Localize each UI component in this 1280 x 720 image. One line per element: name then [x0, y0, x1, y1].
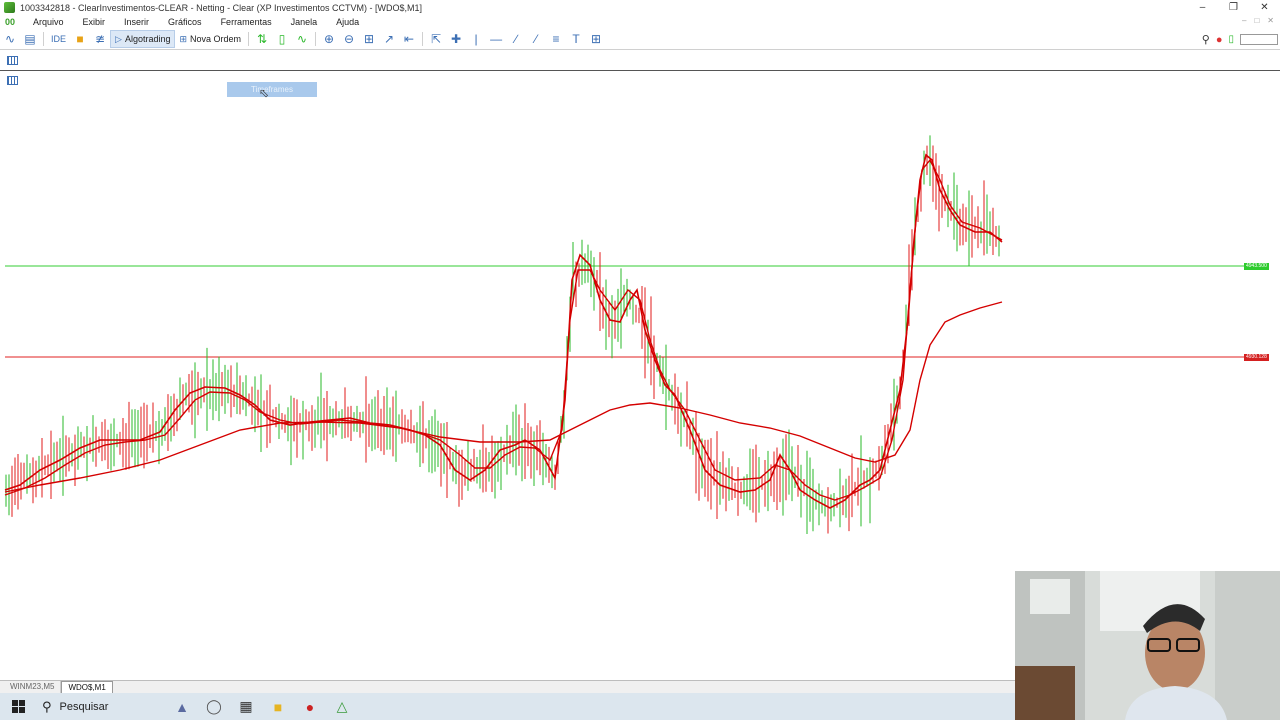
menu-item-arquivo[interactable]: Arquivo — [28, 17, 69, 27]
window-titlebar: 1003342818 - ClearInvestimentos-CLEAR - … — [0, 0, 1280, 15]
menu-item-janela[interactable]: Janela — [286, 17, 323, 27]
search-icon: ⚲ — [42, 698, 52, 714]
mdi-minimize-icon[interactable]: – — [1242, 16, 1246, 25]
text-tool-icon[interactable]: T — [566, 30, 586, 48]
menu-bar: 00 Arquivo Exibir Inserir Gráficos Ferra… — [0, 15, 1280, 29]
indicators-icon[interactable]: ∿ — [0, 30, 20, 48]
toolbar-right: ⚲ ● ▯ — [1202, 29, 1280, 50]
lock-icon[interactable]: ■ — [70, 30, 90, 48]
crosshair-icon[interactable]: ✚ — [446, 30, 466, 48]
grid-icon[interactable]: ⊞ — [359, 30, 379, 48]
algotrading-label: Algotrading — [124, 34, 171, 44]
mdi-close-icon[interactable]: ✕ — [1267, 16, 1274, 25]
task-view-icon[interactable]: ▦ — [230, 693, 262, 720]
app-icon — [4, 2, 15, 13]
mdi-controls: – □ ✕ — [1242, 16, 1274, 25]
notifications-icon[interactable]: ● — [1216, 34, 1223, 46]
taskbar-search-label: Pesquisar — [59, 700, 109, 713]
windows-start-button[interactable] — [0, 693, 36, 720]
tab-wdo-m1[interactable]: WDO$,M1 — [61, 681, 113, 693]
trendline-icon[interactable]: ∕ — [506, 30, 526, 48]
menu-item-inserir[interactable]: Inserir — [119, 17, 154, 27]
zoom-in-icon[interactable]: ⊕ — [319, 30, 339, 48]
menu-logo-icon[interactable]: 00 — [5, 17, 19, 27]
window-controls: – ❐ ✕ — [1187, 0, 1280, 15]
candlestick-icon[interactable]: ▯ — [272, 30, 292, 48]
play-icon: ▷ — [115, 33, 122, 44]
mdi-restore-icon[interactable]: □ — [1254, 16, 1259, 25]
channel-icon[interactable]: ⁄ — [526, 30, 546, 48]
signal-icon[interactable]: ≇ — [90, 30, 110, 48]
new-order-icon: ⊞ — [179, 33, 188, 44]
main-toolbar: ∿ ▤ IDE ■ ≇ ▷ Algotrading ⊞ Nova Ordem ⇅… — [0, 29, 1280, 50]
minimize-button[interactable]: – — [1187, 0, 1218, 15]
zoom-out-icon[interactable]: ⊖ — [339, 30, 359, 48]
file-explorer-icon[interactable]: ■ — [262, 693, 294, 720]
signal-strength-icon: ▯ — [1228, 34, 1234, 45]
nova-ordem-label: Nova Ordem — [190, 34, 242, 44]
stopwatch-icon[interactable]: ◯ — [198, 693, 230, 720]
fibonacci-icon[interactable]: ≡ — [546, 30, 566, 48]
toolbar-separator — [43, 32, 44, 46]
line-chart-icon[interactable]: ∿ — [292, 30, 312, 48]
webcam-overlay — [1015, 571, 1280, 720]
nova-ordem-button[interactable]: ⊞ Nova Ordem — [175, 30, 245, 48]
record-icon[interactable]: ● — [294, 693, 326, 720]
chart-template-icon[interactable]: ▤ — [20, 30, 40, 48]
menu-item-exibir[interactable]: Exibir — [78, 17, 111, 27]
toolbar-separator — [248, 32, 250, 46]
close-button[interactable]: ✕ — [1249, 0, 1280, 15]
restore-button[interactable]: ❐ — [1218, 0, 1249, 15]
tab-winm23-m5[interactable]: WINM23,M5 — [4, 681, 62, 693]
cursor-icon[interactable]: ⇱ — [426, 30, 446, 48]
toolbar-search-input[interactable] — [1240, 34, 1278, 45]
mouse-cursor-icon: ⬁ — [259, 86, 270, 100]
price-label-green: 4943.500 — [1244, 263, 1269, 270]
search-icon[interactable]: ⚲ — [1202, 33, 1210, 46]
price-label-red: 4930.128 — [1244, 354, 1269, 361]
toolbar-separator — [315, 32, 317, 46]
sneaker-icon[interactable]: ▲ — [166, 693, 198, 720]
shapes-icon[interactable]: ⊞ — [586, 30, 606, 48]
menu-item-ajuda[interactable]: Ajuda — [331, 17, 364, 27]
window-title: 1003342818 - ClearInvestimentos-CLEAR - … — [20, 2, 422, 13]
menu-item-graficos[interactable]: Gráficos — [163, 17, 207, 27]
ide-button[interactable]: IDE — [47, 30, 70, 48]
algotrading-button[interactable]: ▷ Algotrading — [110, 30, 176, 48]
bar-chart-icon[interactable]: ⇅ — [252, 30, 272, 48]
menu-item-ferramentas[interactable]: Ferramentas — [216, 17, 277, 27]
vertical-line-icon[interactable]: | — [466, 30, 486, 48]
windows-logo-icon — [11, 700, 25, 713]
timeframes-button[interactable]: Timeframes — [227, 82, 317, 97]
candles-group — [5, 135, 1000, 535]
taskbar-search[interactable]: ⚲ Pesquisar — [36, 693, 166, 720]
chart-shift-icon[interactable]: ⇤ — [399, 30, 419, 48]
metatrader-icon[interactable]: △ — [326, 693, 358, 720]
autoscroll-icon[interactable]: ↗ — [379, 30, 399, 48]
horizontal-line-icon[interactable]: — — [486, 30, 506, 48]
toolbar-separator — [422, 32, 424, 46]
